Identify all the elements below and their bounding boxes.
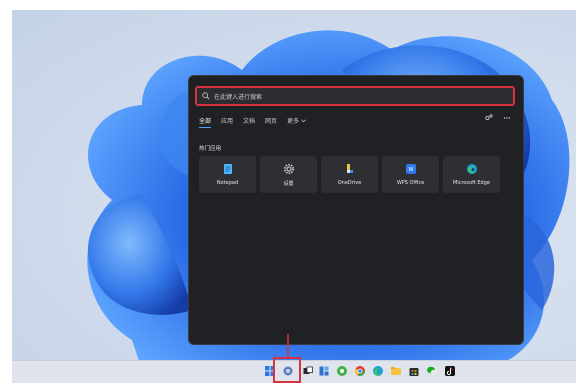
edge-icon — [466, 164, 477, 174]
pointer-arrow — [287, 334, 289, 357]
search-placeholder: 在此键入进行搜索 — [214, 93, 263, 101]
tiktok-icon[interactable] — [444, 365, 456, 377]
search-icon — [202, 92, 210, 100]
tab-more-label: 更多 — [287, 118, 300, 125]
store-icon[interactable] — [408, 365, 420, 377]
share-icon[interactable] — [485, 114, 493, 122]
app-tile-settings[interactable]: 设置 — [260, 156, 317, 193]
widgets-icon[interactable] — [318, 365, 330, 377]
more-options-icon[interactable] — [503, 114, 511, 122]
app-tile-notepad[interactable]: Notepad — [199, 156, 256, 193]
app-label: Notepad — [216, 180, 239, 186]
svg-text:W: W — [408, 167, 413, 173]
chat-icon[interactable] — [336, 365, 348, 377]
wechat-icon[interactable] — [426, 365, 438, 377]
tab-web[interactable]: 网页 — [265, 116, 277, 128]
tab-apps[interactable]: 应用 — [221, 116, 233, 128]
edge-icon[interactable] — [372, 365, 384, 377]
settings-gear-icon — [283, 163, 294, 174]
tab-more[interactable]: 更多 — [287, 116, 306, 128]
chrome-icon[interactable] — [354, 365, 366, 377]
app-tile-wps-office[interactable]: W WPS Office — [382, 156, 439, 193]
app-label: 设置 — [283, 180, 294, 187]
search-flyout: 在此键入进行搜索 全部 应用 文档 网页 更多 热门应用 Notepad 设置 … — [188, 75, 524, 345]
app-label: WPS Office — [396, 180, 425, 186]
onedrive-icon — [346, 164, 353, 173]
section-title: 热门应用 — [199, 146, 222, 152]
app-label: Microsoft Edge — [453, 180, 490, 186]
notepad-icon — [223, 164, 232, 174]
flyout-actions — [485, 114, 511, 122]
search-tabs: 全部 应用 文档 网页 更多 — [199, 116, 316, 128]
chevron-down-icon — [301, 119, 306, 122]
task-view-icon[interactable] — [302, 365, 314, 377]
app-tile-microsoft-edge[interactable]: Microsoft Edge — [443, 156, 500, 193]
search-input[interactable]: 在此键入进行搜索 — [195, 86, 515, 106]
tab-all[interactable]: 全部 — [199, 116, 212, 128]
app-label: OneDrive — [337, 180, 362, 186]
search-button-highlight — [273, 357, 301, 383]
app-tile-onedrive[interactable]: OneDrive — [321, 156, 378, 193]
wps-office-icon: W — [405, 164, 416, 174]
tab-documents[interactable]: 文档 — [243, 116, 255, 128]
file-explorer-icon[interactable] — [390, 365, 402, 377]
top-apps: Notepad 设置 OneDrive W WPS Office Microso… — [199, 156, 500, 193]
